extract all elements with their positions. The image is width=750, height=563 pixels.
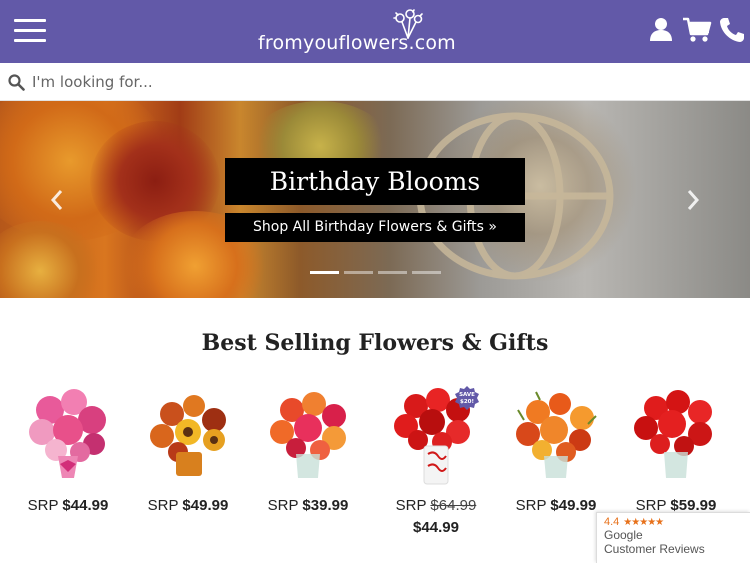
user-icon[interactable]: [649, 16, 673, 42]
google-reviews-badge[interactable]: 4.4 ★★★★★ Google Customer Reviews: [596, 512, 750, 563]
price-value: $49.99: [182, 497, 229, 514]
star-rating-icon: ★★★★★: [623, 516, 664, 528]
product-card[interactable]: SRP $49.99: [128, 380, 248, 540]
srp-label: SRP: [515, 497, 547, 514]
carousel-dot[interactable]: [344, 271, 373, 274]
sale-price: $44.99: [413, 519, 459, 536]
srp-label: SRP: [147, 497, 179, 514]
hamburger-menu-icon[interactable]: [14, 19, 46, 43]
phone-icon[interactable]: [718, 16, 746, 44]
hero-carousel-dots: [310, 271, 441, 274]
hero-prev-arrow-icon[interactable]: [50, 189, 64, 211]
badge-text: SAVE: [459, 392, 475, 398]
section-title: Best Selling Flowers & Gifts: [201, 330, 549, 356]
rating-value: 4.4: [604, 516, 620, 528]
product-image: [634, 390, 712, 478]
product-price: SRP $49.99: [128, 497, 248, 514]
carousel-dot[interactable]: [412, 271, 441, 274]
logo-text: fromyouflowers.com: [258, 32, 456, 54]
site-logo[interactable]: fromyouflowers.com: [258, 8, 458, 58]
product-image: [270, 392, 346, 478]
original-price: $64.99: [430, 497, 477, 514]
price-value: $49.99: [550, 497, 597, 514]
rating-row: 4.4 ★★★★★: [604, 516, 743, 528]
hero-banner[interactable]: Birthday Blooms Shop All Birthday Flower…: [0, 101, 750, 298]
save-badge: SAVE $20!: [455, 386, 479, 410]
srp-label: SRP: [27, 497, 59, 514]
search-input[interactable]: [32, 69, 732, 95]
search-icon: [8, 74, 25, 91]
price-value: $39.99: [302, 497, 349, 514]
hero-cta-button[interactable]: Shop All Birthday Flowers & Gifts »: [225, 213, 525, 242]
carousel-dot[interactable]: [378, 271, 407, 274]
product-price: SRP $39.99: [248, 497, 368, 514]
cart-icon[interactable]: [682, 16, 712, 44]
srp-label: SRP: [267, 497, 299, 514]
hero-next-arrow-icon[interactable]: [686, 189, 700, 211]
price-value: $44.99: [62, 497, 109, 514]
carousel-dot[interactable]: [310, 271, 339, 274]
srp-label: SRP: [395, 497, 427, 514]
product-card[interactable]: SAVE $20! SRP $64.99 $44.99: [376, 380, 496, 540]
header: fromyouflowers.com: [0, 0, 750, 63]
product-price: SRP $64.99: [376, 497, 496, 514]
product-image: [516, 391, 597, 478]
reviews-label: Customer Reviews: [604, 542, 705, 556]
product-card[interactable]: SRP $44.99: [8, 380, 128, 540]
badge-text: $20!: [460, 399, 474, 405]
product-image: [29, 389, 106, 478]
product-image: [150, 395, 226, 476]
hero-title: Birthday Blooms: [225, 158, 525, 205]
search-bar: [0, 63, 750, 101]
reviews-provider: Google: [604, 528, 643, 542]
product-card[interactable]: SRP $39.99: [248, 380, 368, 540]
product-price: SRP $44.99: [8, 497, 128, 514]
